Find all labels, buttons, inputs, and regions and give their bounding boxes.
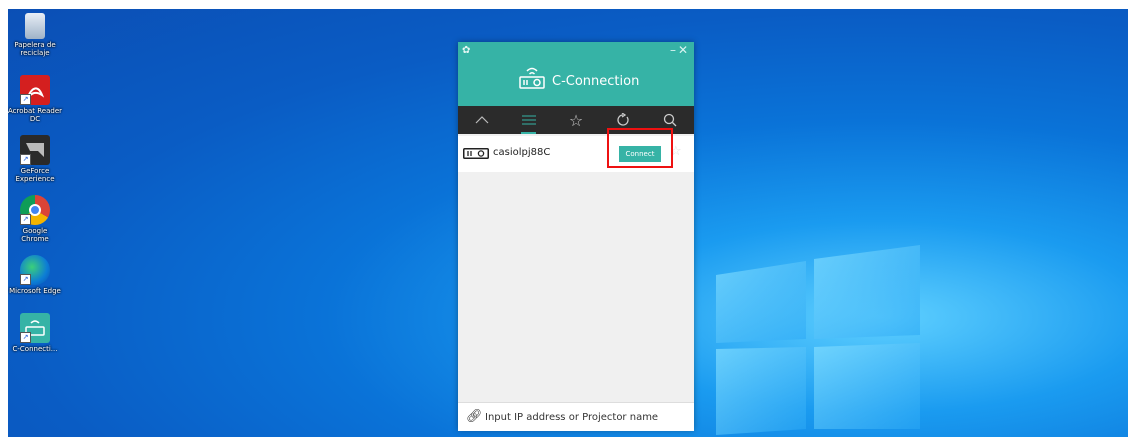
desktop-icon-chrome[interactable]: ↗ Google Chrome <box>8 195 62 243</box>
acrobat-icon: ↗ <box>20 75 50 105</box>
app-title: C-Connection <box>552 73 640 89</box>
tab-favorites[interactable]: ☆ <box>552 106 599 134</box>
desktop-icon-c-connection[interactable]: ↗ C-Connecti... <box>8 313 62 353</box>
app-header: ✿ –✕ C-Connection <box>458 42 694 106</box>
chevron-up-icon <box>475 116 489 124</box>
chrome-icon: ↗ <box>20 195 50 225</box>
desktop-icon-label: Microsoft Edge <box>9 287 61 295</box>
highlight-box <box>607 128 673 168</box>
projector-icon <box>463 148 489 159</box>
edge-icon: ↗ <box>20 255 50 285</box>
search-icon <box>664 113 677 127</box>
windows-logo <box>716 245 920 435</box>
desktop-icon-label: Papelera de reciclaje <box>14 41 56 57</box>
desktop-icon-label: Google Chrome <box>21 227 49 243</box>
star-icon: ☆ <box>568 110 584 130</box>
desktop-icon-label: GeForce Experience <box>15 167 55 183</box>
app-brand: C-Connection <box>518 62 639 92</box>
close-icon[interactable]: ✕ <box>678 43 690 57</box>
link-icon: 🔗︎ <box>466 409 483 424</box>
desktop-icon-label: C-Connecti... <box>12 345 58 353</box>
ip-address-input[interactable] <box>485 408 685 426</box>
desktop-icon-recycle-bin[interactable]: Papelera de reciclaje <box>8 13 62 57</box>
tab-list[interactable] <box>505 106 552 134</box>
desktop-icon-geforce[interactable]: ↗ GeForce Experience <box>8 135 62 183</box>
recycle-bin-icon <box>25 13 45 39</box>
projector-wifi-icon <box>519 67 545 89</box>
refresh-icon <box>617 113 629 126</box>
device-name: casiolpj88C <box>493 147 551 158</box>
desktop-icon-acrobat[interactable]: ↗ Acrobat Reader DC <box>8 75 62 123</box>
c-connection-window: ✿ –✕ C-Connection ☆ casiolpj88C Connect … <box>458 42 694 431</box>
gear-icon[interactable]: ✿ <box>462 45 470 56</box>
address-input-bar: 🔗︎ <box>458 402 694 431</box>
minimize-icon[interactable]: – <box>670 43 678 57</box>
desktop-icon-edge[interactable]: ↗ Microsoft Edge <box>8 255 62 295</box>
tab-collapse[interactable] <box>458 106 505 134</box>
list-icon <box>521 115 536 125</box>
geforce-icon: ↗ <box>20 135 50 165</box>
c-connection-icon: ↗ <box>20 313 50 343</box>
window-controls: –✕ <box>670 43 690 57</box>
desktop-icon-label: Acrobat Reader DC <box>8 107 62 123</box>
